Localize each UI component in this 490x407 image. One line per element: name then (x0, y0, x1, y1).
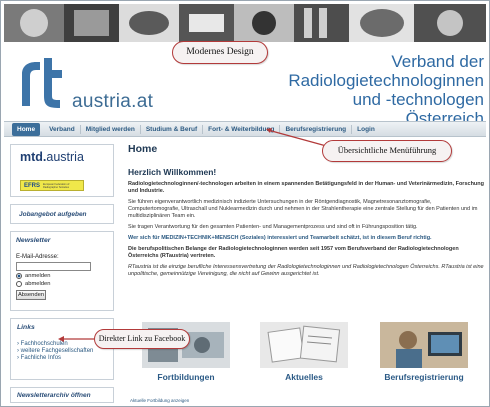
sidebar: mtd.austria EFRS European Federation of R… (10, 144, 114, 407)
submit-button[interactable]: Absenden (16, 290, 46, 300)
efrs-logo[interactable]: EFRS European Federation of Radiographer … (20, 180, 84, 191)
links-box: Links › Fachhochschulen › weitere Fachge… (10, 318, 114, 380)
newsletter-archive-link[interactable]: Newsletterarchiv öffnen (10, 387, 114, 403)
org-line-2: Radiologietechnologinnen (288, 71, 484, 90)
link-fachliche-infos-label: Fachliche Infos (20, 355, 62, 361)
fortbildungen-label[interactable]: Fortbildungen (131, 372, 241, 382)
logo-text: austria.at (72, 91, 154, 112)
callout-menu-text: Übersichtliche Menüführung (337, 145, 437, 155)
radio-subscribe-label: anmelden (25, 273, 51, 279)
radio-unsubscribe[interactable]: abmelden (16, 281, 113, 287)
efrs-logo-subtext: European Federation of Radiographer Soci… (43, 182, 70, 189)
mtd-austria-logo[interactable]: mtd.austria (20, 150, 84, 164)
main-content: Home Herzlich Willkommen! Radiologietech… (128, 143, 484, 278)
organization-title: Verband der Radiologietechnologinnen und… (288, 52, 484, 128)
nav-studium-beruf[interactable]: Studium & Beruf (141, 124, 204, 134)
nav-mitglied-werden[interactable]: Mitglied werden (81, 124, 141, 134)
nav-verband[interactable]: Verband (44, 124, 81, 134)
efrs-logo-text: EFRS (24, 182, 41, 189)
nav-login[interactable]: Login (352, 125, 380, 134)
newsletter-box: Newsletter E-Mail-Adresse: anmelden abme… (10, 231, 114, 311)
callout-menu: Übersichtliche Menüführung (322, 140, 452, 162)
welcome-heading: Herzlich Willkommen! (128, 167, 217, 177)
link-fachgesellschaften[interactable]: › weitere Fachgesellschaften (17, 348, 113, 354)
radio-unsubscribe-label: abmelden (25, 281, 51, 287)
intro-paragraph: Radiologietechnologinnen/-technologen ar… (128, 181, 485, 194)
aktuelles-image[interactable] (260, 322, 348, 368)
radio-unsubscribe-icon[interactable] (16, 281, 22, 287)
partner-logos-box: mtd.austria EFRS European Federation of R… (10, 144, 114, 197)
berufsregistrierung-label[interactable]: Berufsregistrierung (369, 372, 479, 382)
aktuelles-label[interactable]: Aktuelles (249, 372, 359, 382)
link-fachliche-infos[interactable]: › Fachliche Infos (17, 355, 113, 361)
responsibility-paragraph: Sie tragen Verantwortung für den gesamte… (128, 224, 418, 230)
link-fachgesellschaften-label: weitere Fachgesellschaften (20, 348, 94, 354)
radio-subscribe[interactable]: anmelden (16, 273, 113, 279)
tasks-paragraph: Sie führen eigenverantwortlich medizinis… (128, 199, 478, 219)
history-paragraph: Die berufspolitischen Belange der Radiol… (128, 246, 459, 259)
nav-berufsregistrierung[interactable]: Berufsregistrierung (280, 124, 353, 134)
link-fachhochschulen-label: Fachhochschulen (20, 341, 68, 347)
nav-home[interactable]: Home (12, 122, 41, 136)
header-photo-strip (4, 4, 486, 42)
rt-logo-icon[interactable] (18, 56, 68, 108)
org-line-1: Verband der (391, 52, 484, 71)
mtd-logo-suffix: austria (46, 150, 84, 164)
callout-modern-design-text: Modernes Design (186, 47, 254, 57)
current-training-link[interactable]: Aktuelle Fortbildung anzeigen (130, 398, 189, 403)
nav-fort-weiterbildung[interactable]: Fort- & Weiterbildung (203, 124, 281, 134)
mtd-logo-prefix: mtd. (20, 150, 47, 164)
email-label: E-Mail-Adresse: (16, 254, 59, 260)
berufsregistrierung-image[interactable] (380, 322, 468, 368)
main-navigation: Home Verband Mitglied werden Studium & B… (4, 121, 486, 137)
newsletter-title: Newsletter (16, 237, 51, 244)
callout-modern-design: Modernes Design (172, 41, 268, 64)
interest-paragraph: Wer sich für MEDIZIN+TECHNIK+MENSCH (Soz… (128, 235, 432, 241)
org-line-3: und -technologen (352, 90, 484, 109)
association-paragraph: RTaustria ist die einzige berufliche Int… (128, 264, 484, 277)
email-input[interactable] (16, 262, 91, 271)
callout-facebook: Direkter Link zu Facebook (94, 329, 190, 349)
job-offer-link[interactable]: Jobangebot aufgeben (10, 204, 114, 224)
banner-images (4, 4, 486, 42)
radio-subscribe-icon[interactable] (16, 273, 22, 279)
callout-facebook-text: Direkter Link zu Facebook (98, 334, 186, 343)
